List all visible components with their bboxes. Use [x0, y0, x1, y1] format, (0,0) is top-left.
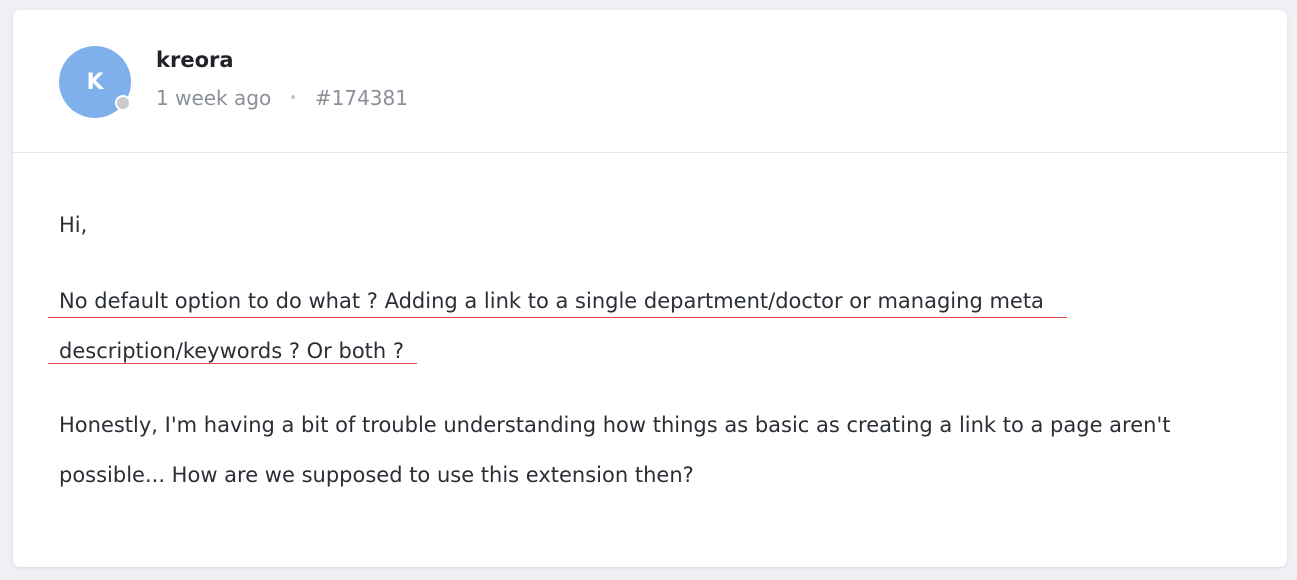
post-meta: 1 week ago • #174381	[156, 86, 408, 110]
post-time[interactable]: 1 week ago	[156, 86, 271, 110]
paragraph-line-2: possible... How are we supposed to use t…	[59, 463, 694, 487]
author-name[interactable]: kreora	[156, 48, 234, 72]
avatar-initial: K	[86, 69, 104, 95]
status-dot-icon	[115, 95, 131, 111]
annotation-underline-1	[48, 317, 1067, 318]
meta-separator: •	[289, 90, 297, 106]
greeting-text: Hi,	[59, 213, 88, 237]
highlighted-text-line-1: No default option to do what ? Adding a …	[59, 289, 1044, 313]
post-id[interactable]: #174381	[315, 86, 408, 110]
paragraph-line-1: Honestly, I'm having a bit of trouble un…	[59, 413, 1171, 437]
comment-card: K kreora 1 week ago • #174381 Hi, No def…	[13, 10, 1287, 567]
highlighted-text-line-2: description/keywords ? Or both ?	[59, 339, 405, 363]
comment-header: K kreora 1 week ago • #174381	[13, 10, 1287, 153]
annotation-underline-2	[48, 363, 417, 364]
